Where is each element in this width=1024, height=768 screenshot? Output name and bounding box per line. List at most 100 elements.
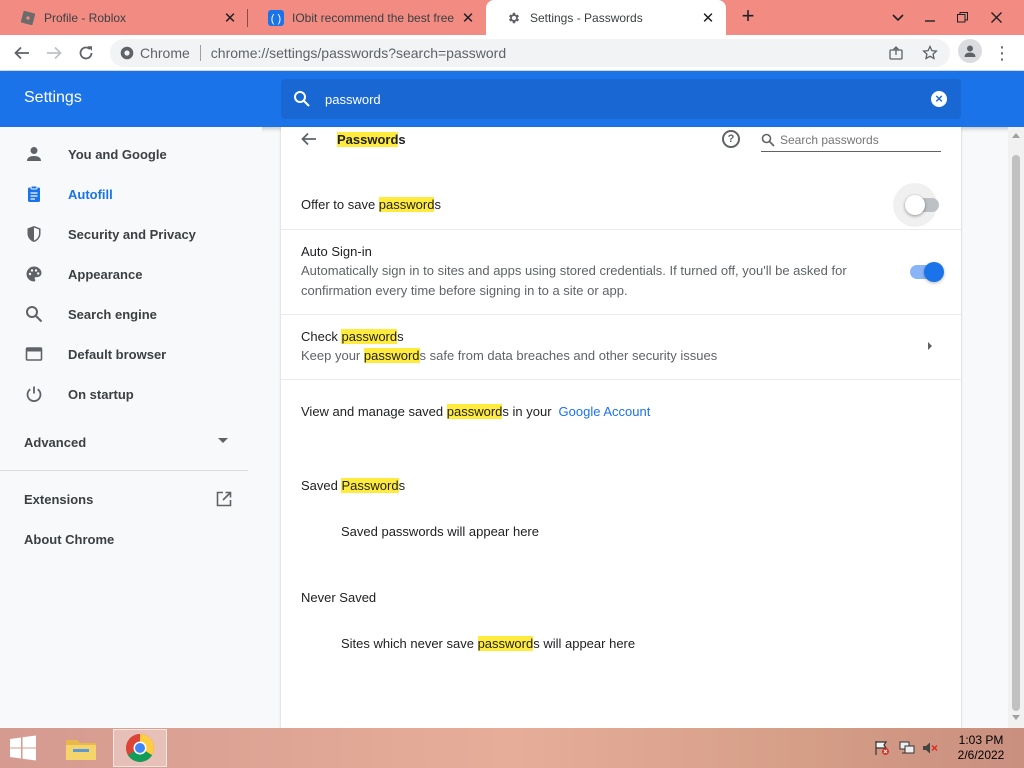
row-divider <box>281 229 961 230</box>
sidebar-item-on-startup[interactable]: On startup <box>0 374 262 414</box>
sidebar-item-autofill[interactable]: Autofill <box>0 174 262 214</box>
check-passwords-row[interactable]: Check passwords Keep your password s safe… <box>281 315 961 379</box>
gear-icon <box>506 10 522 26</box>
auto-sign-in-title: Auto Sign-in <box>301 244 372 259</box>
shield-icon <box>24 224 44 244</box>
never-saved-heading: Never Saved <box>301 590 377 605</box>
help-icon[interactable]: ? <box>722 130 740 148</box>
bookmark-star-icon[interactable] <box>918 41 942 65</box>
search-highlight: password <box>378 197 435 212</box>
chrome-site-icon <box>120 46 134 60</box>
url-text[interactable]: chrome://settings/passwords?search=passw… <box>211 45 506 61</box>
omnibox[interactable]: Chrome chrome://settings/passwords?searc… <box>110 39 950 67</box>
search-highlight: Password <box>341 478 399 493</box>
new-tab-plus-icon[interactable]: + <box>736 5 760 29</box>
search-highlight: password <box>477 636 534 651</box>
chevron-right-icon[interactable] <box>928 342 932 350</box>
power-icon <box>24 384 44 404</box>
auto-sign-in-toggle[interactable] <box>910 262 944 282</box>
text-part: Check <box>301 329 342 344</box>
close-window-icon[interactable] <box>980 0 1012 35</box>
site-label: Chrome <box>140 45 190 61</box>
taskbar-clock[interactable]: 1:03 PM 2/6/2022 <box>946 733 1016 763</box>
chrome-taskbar-icon[interactable] <box>113 729 167 767</box>
text-part: s in your <box>502 404 552 419</box>
auto-sign-in-desc-line-1: Automatically sign in to sites and apps … <box>301 263 847 278</box>
clock-time: 1:03 PM <box>958 733 1004 747</box>
sidebar-item-appearance[interactable]: Appearance <box>0 254 262 294</box>
text-part: Sites which never save <box>341 636 478 651</box>
external-link-icon[interactable] <box>216 491 232 507</box>
saved-passwords-heading: Saved Passwords <box>301 478 405 493</box>
search-passwords-field[interactable] <box>761 129 941 152</box>
passwords-header: Passwords ? <box>281 129 961 153</box>
row-divider <box>281 379 961 380</box>
close-tab-icon[interactable]: ✕ <box>700 10 716 27</box>
scroll-down-arrow-icon[interactable] <box>1012 715 1020 720</box>
reload-icon[interactable] <box>72 39 100 67</box>
back-arrow-icon[interactable] <box>301 131 319 149</box>
sidebar-item-label: Autofill <box>68 186 113 202</box>
omnibox-divider <box>199 45 201 61</box>
close-tab-icon[interactable]: ✕ <box>460 10 476 27</box>
google-account-link[interactable]: Google Account <box>559 404 651 419</box>
clear-search-icon[interactable]: × <box>931 91 947 107</box>
toggle-knob <box>905 195 925 215</box>
never-saved-empty: Sites which never save passwords will ap… <box>341 636 635 651</box>
tab-settings-passwords[interactable]: Settings - Passwords ✕ <box>486 0 726 35</box>
sidebar-item-default-browser[interactable]: Default browser <box>0 334 262 374</box>
sidebar-extensions[interactable]: Extensions <box>24 492 93 507</box>
sidebar-item-label: Default browser <box>68 346 167 362</box>
clipboard-icon <box>24 184 44 204</box>
forward-arrow-icon[interactable] <box>40 39 68 67</box>
text-part: Keep your <box>301 348 364 363</box>
sidebar-item-you-and-google[interactable]: You and Google <box>0 134 262 174</box>
network-icon[interactable] <box>899 740 915 756</box>
action-center-flag-icon[interactable] <box>874 740 890 756</box>
settings-search-input[interactable]: password <box>325 92 381 107</box>
sidebar-about-chrome[interactable]: About Chrome <box>24 532 114 547</box>
text-part: s safe from data breaches and other secu… <box>419 348 718 363</box>
text-part: View and manage saved <box>301 404 447 419</box>
offer-to-save-label: Offer to save passwords <box>301 197 441 212</box>
scrollbar-thumb[interactable] <box>1012 155 1020 711</box>
offer-to-save-toggle[interactable] <box>905 195 939 215</box>
windows-start-icon[interactable] <box>8 734 38 762</box>
search-icon <box>24 304 44 324</box>
volume-muted-icon[interactable] <box>922 740 938 756</box>
text-part: s <box>434 197 441 212</box>
page-scrollbar[interactable] <box>1008 127 1024 728</box>
windows-taskbar: 1:03 PM 2/6/2022 <box>0 728 1024 768</box>
text-part: s <box>397 329 404 344</box>
sidebar-item-search-engine[interactable]: Search engine <box>0 294 262 334</box>
manage-passwords-text: View and manage saved passwords in your G… <box>301 404 650 419</box>
text-part: Offer to save <box>301 197 379 212</box>
tab-roblox[interactable]: Profile - Roblox ✕ <box>0 0 248 35</box>
sidebar-item-label: Search engine <box>68 306 157 322</box>
restore-icon[interactable] <box>946 0 978 35</box>
sidebar-divider <box>0 470 248 471</box>
sidebar-advanced[interactable]: Advanced <box>24 435 86 450</box>
search-icon <box>293 90 311 108</box>
menu-kebab-icon[interactable]: ⋮ <box>993 39 1011 67</box>
tab-title: Settings - Passwords <box>530 10 643 25</box>
profile-avatar-icon[interactable] <box>958 39 982 63</box>
check-passwords-title: Check passwords <box>301 329 404 344</box>
settings-header: Settings password × <box>0 71 1024 127</box>
text-part: Saved <box>301 478 342 493</box>
close-tab-icon[interactable]: ✕ <box>222 10 238 27</box>
page-title: Passwords <box>337 132 406 147</box>
file-explorer-icon[interactable] <box>54 729 108 767</box>
minimize-icon[interactable] <box>914 0 946 35</box>
search-highlight: password <box>341 329 398 344</box>
settings-search-bar[interactable]: password × <box>281 79 961 119</box>
search-icon <box>761 133 775 147</box>
share-icon[interactable] <box>884 41 908 65</box>
chevron-down-icon[interactable] <box>218 438 228 443</box>
back-arrow-icon[interactable] <box>8 39 36 67</box>
tab-iobit[interactable]: ( ) IObit recommend the best free, f ✕ <box>248 0 486 35</box>
tab-search-chevron-icon[interactable] <box>882 0 914 35</box>
sidebar-item-security-and-privacy[interactable]: Security and Privacy <box>0 214 262 254</box>
search-passwords-input[interactable] <box>780 133 930 147</box>
scroll-up-arrow-icon[interactable] <box>1012 133 1020 138</box>
